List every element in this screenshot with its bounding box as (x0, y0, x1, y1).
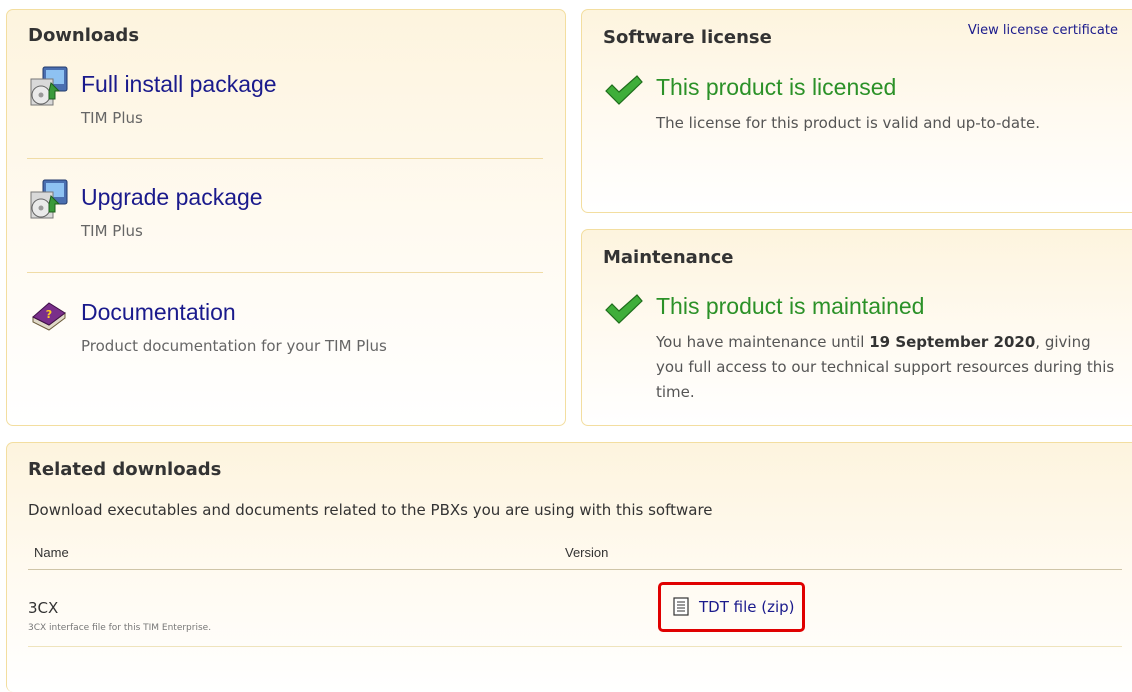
maintenance-panel: Maintenance This product is maintained Y… (581, 229, 1132, 426)
maintenance-status-text: You have maintenance until 19 September … (656, 330, 1116, 405)
maintenance-title: Maintenance (603, 247, 734, 268)
downloads-panel: Downloads Full install package TIM Plus … (6, 9, 566, 426)
install-package-icon[interactable] (27, 65, 71, 109)
downloads-title: Downloads (28, 25, 140, 46)
full-install-package-link[interactable]: Full install package (81, 71, 277, 98)
green-checkmark-icon (605, 75, 643, 105)
license-status-text: The license for this product is valid an… (656, 114, 1041, 132)
software-license-title: Software license (603, 27, 772, 48)
document-icon (673, 597, 689, 616)
column-header-name: Name (34, 545, 69, 560)
divider (27, 158, 543, 159)
full-install-package-subtitle: TIM Plus (81, 109, 143, 127)
documentation-book-icon[interactable]: ? (31, 295, 67, 331)
divider (27, 272, 543, 273)
software-license-panel: Software license View license certificat… (581, 9, 1132, 213)
related-downloads-title: Related downloads (28, 459, 222, 480)
table-row-divider (28, 646, 1122, 647)
tdt-file-zip-link[interactable]: TDT file (zip) (699, 598, 795, 616)
column-header-version: Version (565, 545, 609, 560)
download-item-upgrade: Upgrade package TIM Plus (27, 178, 547, 240)
documentation-link[interactable]: Documentation (81, 299, 236, 326)
maintenance-status-title: This product is maintained (656, 293, 925, 319)
row-description: 3CX interface file for this TIM Enterpri… (28, 623, 212, 633)
upgrade-package-icon[interactable] (27, 178, 71, 222)
download-item-full-install: Full install package TIM Plus (27, 65, 547, 127)
green-checkmark-icon (605, 294, 643, 324)
upgrade-package-subtitle: TIM Plus (81, 222, 143, 240)
table-header-divider (28, 569, 1122, 570)
related-downloads-description: Download executables and documents relat… (28, 501, 713, 519)
svg-text:?: ? (46, 308, 52, 321)
license-status-title: This product is licensed (656, 74, 897, 100)
row-name: 3CX (28, 599, 59, 617)
maintenance-text-before: You have maintenance until (656, 333, 870, 351)
tdt-file-highlight: TDT file (zip) (658, 582, 805, 632)
maintenance-end-date: 19 September 2020 (869, 333, 1036, 351)
documentation-subtitle: Product documentation for your TIM Plus (81, 337, 387, 355)
upgrade-package-link[interactable]: Upgrade package (81, 184, 263, 211)
view-license-certificate-link[interactable]: View license certificate (968, 23, 1118, 38)
download-item-documentation: ? Documentation Product documentation fo… (27, 293, 547, 355)
related-downloads-panel: Related downloads Download executables a… (6, 442, 1132, 692)
